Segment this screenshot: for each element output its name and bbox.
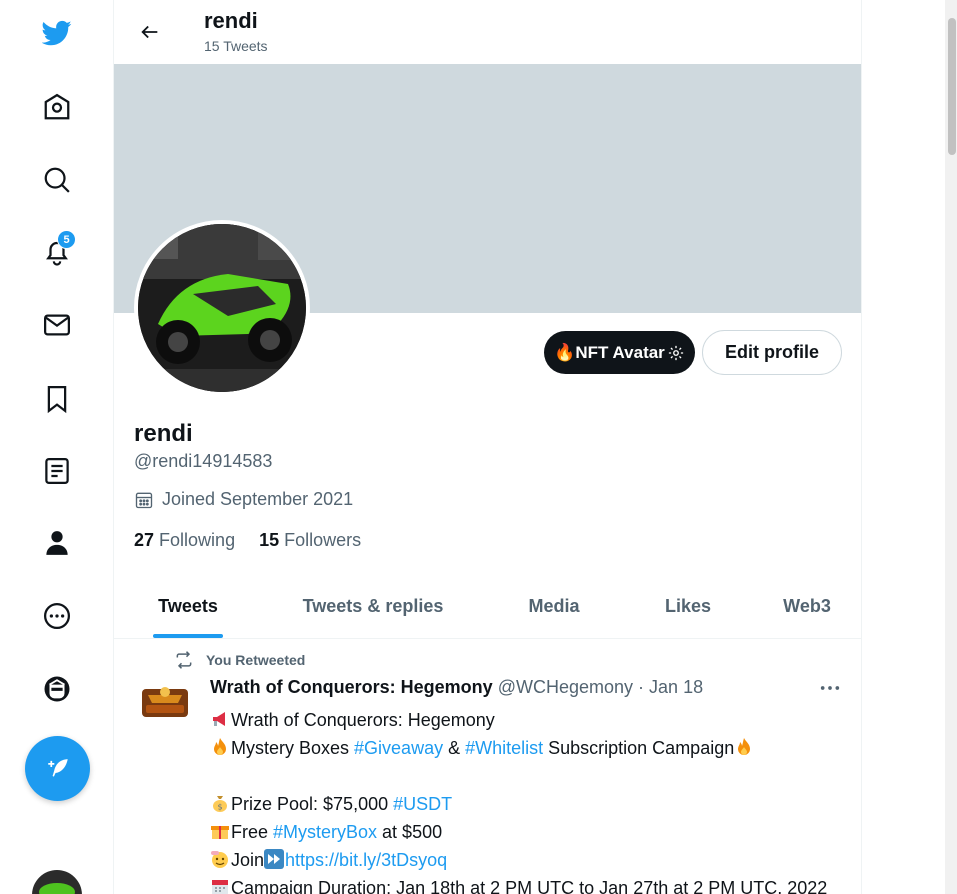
hashtag-usdt[interactable]: #USDT <box>393 794 452 814</box>
nft-avatar-nav-icon[interactable] <box>32 664 82 714</box>
gift-emoji-icon <box>211 826 229 839</box>
hashtag-giveaway[interactable]: #Giveaway <box>354 738 443 758</box>
more-options-icon[interactable] <box>817 678 843 698</box>
twitter-logo-icon[interactable] <box>32 8 82 58</box>
compose-tweet-button[interactable] <box>25 736 90 801</box>
settings-gear-icon <box>668 345 683 360</box>
saluting-face-emoji-icon <box>211 851 228 868</box>
tweet-author-handle[interactable]: @WCHegemony <box>498 677 633 697</box>
tweet-line-2-text-c: Subscription Campaign <box>543 738 735 758</box>
svg-text:$: $ <box>217 803 222 812</box>
joined-date-text: Joined September 2021 <box>162 489 354 509</box>
fire-emoji-icon <box>738 738 751 755</box>
header-profile-name: rendi <box>204 8 258 33</box>
profile-avatar[interactable] <box>134 220 310 396</box>
tweet-line-2: Mystery Boxes #Giveaway & #Whitelist Sub… <box>210 734 827 762</box>
follow-stats: 27 Following 15 Followers <box>134 530 361 551</box>
tab-media[interactable]: Media <box>484 575 624 638</box>
profile-header-bar: rendi 15 Tweets <box>114 0 861 64</box>
tweet-line-6-text: Join <box>231 850 265 870</box>
hashtag-mysterybox[interactable]: #MysteryBox <box>273 822 377 842</box>
profile-column: rendi 15 Tweets 🔥NFT Avatar Edit profile… <box>113 0 862 894</box>
tweet-line-6: Join https://bit.ly/3tDsyoq <box>210 846 827 874</box>
tweet-item[interactable]: You Retweeted Wrath of Conquerors: Hegem… <box>114 640 861 894</box>
tweet-text: Wrath of Conquerors: Hegemony Mystery Bo… <box>210 706 827 894</box>
home-icon[interactable] <box>32 82 82 132</box>
profile-display-name: rendi <box>134 420 193 447</box>
following-count: 27 <box>134 530 155 550</box>
header-tweet-count: 15 Tweets <box>204 38 268 54</box>
tweet-separator: · <box>638 677 645 697</box>
campaign-link[interactable]: https://bit.ly/3tDsyoq <box>285 850 447 870</box>
nft-avatar-button[interactable]: 🔥NFT Avatar <box>544 331 695 374</box>
messages-envelope-icon[interactable] <box>32 300 82 350</box>
tweet-line-7-text: Campaign Duration: Jan 18th at 2 PM UTC … <box>231 878 828 894</box>
tab-tweets[interactable]: Tweets <box>114 575 262 638</box>
fire-emoji-icon <box>214 738 226 755</box>
profile-handle: @rendi14914583 <box>134 451 273 471</box>
tweet-line-7: Campaign Duration: Jan 18th at 2 PM UTC … <box>210 874 827 894</box>
tweet-author-avatar[interactable] <box>138 683 192 723</box>
notification-count-badge: 5 <box>57 230 76 249</box>
profile-tabs: Tweets Tweets & replies Media Likes Web3 <box>114 575 861 639</box>
tweet-line-4: $ Prize Pool: $75,000 #USDT <box>210 790 827 818</box>
followers-label: Followers <box>284 530 362 550</box>
side-nav: 5 <box>0 0 113 894</box>
tab-tweets-and-replies[interactable]: Tweets & replies <box>262 575 484 638</box>
retweet-context: You Retweeted <box>174 650 305 670</box>
calendar-emoji-icon <box>212 880 228 894</box>
hashtag-whitelist[interactable]: #Whitelist <box>465 738 543 758</box>
retweet-icon <box>176 651 192 669</box>
ellipsis-icon <box>820 686 840 690</box>
page-scrollbar-thumb[interactable] <box>948 18 956 155</box>
tab-likes[interactable]: Likes <box>624 575 752 638</box>
tweet-line-5-text-b: at $500 <box>377 822 443 842</box>
calendar-icon <box>135 492 153 508</box>
tweet-line-1-text: Wrath of Conquerors: Hegemony <box>231 710 495 730</box>
profile-person-icon[interactable] <box>32 518 82 568</box>
tweet-header: Wrath of Conquerors: Hegemony @WCHegemon… <box>210 677 703 698</box>
money-bag-emoji-icon: $ <box>213 796 227 812</box>
tweet-line-2-text-a: Mystery Boxes <box>231 738 355 758</box>
more-circle-icon[interactable] <box>32 591 82 641</box>
followers-link[interactable]: 15 Followers <box>259 530 361 551</box>
following-label: Following <box>159 530 236 550</box>
nft-avatar-label: 🔥NFT Avatar <box>554 342 665 362</box>
edit-profile-button[interactable]: Edit profile <box>702 330 842 375</box>
bookmarks-icon[interactable] <box>32 374 82 424</box>
account-avatar[interactable] <box>32 870 82 894</box>
back-arrow-icon[interactable] <box>132 14 168 50</box>
tweet-line-4-text: Prize Pool: $75,000 <box>231 794 394 814</box>
lists-icon[interactable] <box>32 446 82 496</box>
tweet-date[interactable]: Jan 18 <box>649 677 703 697</box>
tweet-line-2-text-b: & <box>443 738 466 758</box>
followers-count: 15 <box>259 530 280 550</box>
profile-joined: Joined September 2021 <box>134 489 353 510</box>
retweet-label: You Retweeted <box>206 652 306 668</box>
following-link[interactable]: 27 Following <box>134 530 235 551</box>
active-tab-indicator <box>153 634 223 638</box>
feather-plus-icon <box>47 758 68 777</box>
explore-search-icon[interactable] <box>32 155 82 205</box>
tweet-line-1: Wrath of Conquerors: Hegemony <box>210 706 827 734</box>
fast-forward-emoji-icon <box>264 849 285 869</box>
tweet-line-5: Free #MysteryBox at $500 <box>210 818 827 846</box>
tab-web3[interactable]: Web3 <box>752 575 861 638</box>
tweet-line-5-text-a: Free <box>231 822 274 842</box>
tweet-author-name[interactable]: Wrath of Conquerors: Hegemony <box>210 677 493 697</box>
megaphone-emoji-icon <box>213 712 225 726</box>
